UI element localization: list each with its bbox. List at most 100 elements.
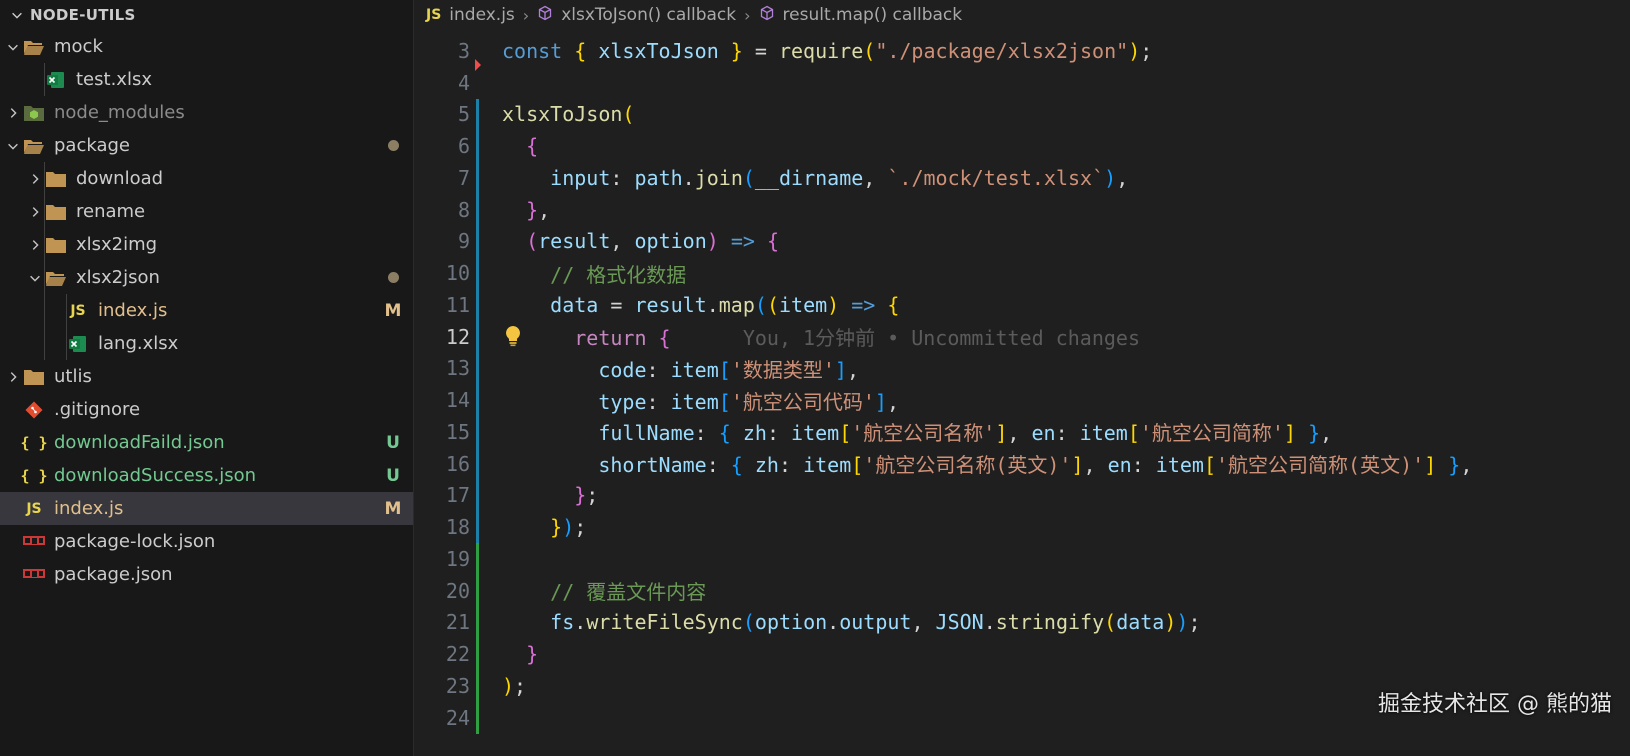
gutter[interactable] (470, 574, 502, 607)
git-modified-marker[interactable] (476, 162, 479, 194)
breadcrumb-file[interactable]: index.js (449, 5, 515, 25)
tree-item[interactable]: node_modules (0, 96, 413, 129)
git-added-marker[interactable] (476, 543, 479, 575)
code-line[interactable]: 17 }; (414, 479, 1630, 512)
git-added-marker[interactable] (476, 638, 479, 670)
gutter[interactable] (470, 384, 502, 416)
chevron-right-icon[interactable] (4, 106, 22, 120)
tree-item[interactable]: lang.xlsx (0, 327, 413, 360)
git-modified-marker[interactable] (476, 289, 479, 321)
gutter[interactable] (470, 225, 502, 258)
git-modified-marker[interactable] (476, 384, 479, 416)
code-line[interactable]: 14 type: item['航空公司代码'], (414, 384, 1630, 416)
code-line[interactable]: 6 { (414, 130, 1630, 162)
git-modified-marker[interactable] (476, 416, 479, 448)
tree-item[interactable]: package (0, 129, 413, 162)
code-line[interactable]: 18 }); (414, 511, 1630, 543)
code-line[interactable]: 22 } (414, 638, 1630, 670)
git-modified-marker[interactable] (476, 447, 479, 480)
code-line[interactable]: 19 (414, 543, 1630, 575)
git-modified-marker[interactable] (476, 130, 479, 162)
gutter[interactable] (470, 67, 502, 99)
gutter[interactable] (470, 320, 502, 353)
git-added-marker[interactable] (476, 574, 479, 607)
tree-item[interactable]: JS index.js M (0, 294, 413, 327)
tree-item[interactable]: { } downloadSuccess.json U (0, 459, 413, 492)
lightbulb-icon[interactable] (504, 325, 522, 352)
tree-item[interactable]: package-lock.json (0, 525, 413, 558)
code-line[interactable]: 11 data = result.map((item) => { (414, 289, 1630, 321)
code-line[interactable]: 20 // 覆盖文件内容 (414, 574, 1630, 607)
git-modified-marker[interactable] (476, 225, 479, 258)
gutter[interactable] (470, 670, 502, 702)
gutter[interactable] (470, 701, 502, 734)
chevron-right-icon[interactable] (4, 370, 22, 384)
tree-item[interactable]: { } downloadFaild.json U (0, 426, 413, 459)
code-line[interactable]: 8 }, (414, 193, 1630, 226)
file-tree: mock test.xlsx node_modules package download… (0, 30, 413, 591)
gutter[interactable] (470, 447, 502, 480)
gutter[interactable] (470, 416, 502, 448)
tree-item[interactable]: rename (0, 195, 413, 228)
git-added-marker[interactable] (476, 701, 479, 734)
code-line[interactable]: 3 const { xlsxToJson } = require("./packa… (414, 35, 1630, 71)
breadcrumb-symbol-1[interactable]: xlsxToJson() callback (561, 5, 736, 25)
tree-item[interactable]: xlsx2json (0, 261, 413, 294)
code-line[interactable]: 10 // 格式化数据 (414, 257, 1630, 289)
tree-item[interactable]: xlsx2img (0, 228, 413, 261)
git-modified-marker[interactable] (476, 511, 479, 543)
code-token: join (694, 165, 743, 190)
tree-item[interactable]: JS index.js M (0, 492, 413, 525)
git-modified-marker[interactable] (476, 193, 479, 226)
gutter[interactable] (470, 479, 502, 512)
code-token: type (598, 389, 647, 414)
tree-item[interactable]: download (0, 162, 413, 195)
chevron-right-icon[interactable] (26, 172, 44, 186)
chevron-right-icon[interactable] (26, 205, 44, 219)
gutter[interactable] (470, 606, 502, 639)
gutter[interactable] (470, 162, 502, 194)
gutter[interactable] (470, 511, 502, 543)
gutter[interactable] (470, 352, 502, 385)
gutter[interactable] (470, 193, 502, 226)
git-modified-marker[interactable] (476, 257, 479, 289)
code-line[interactable]: 5 xlsxToJson( (414, 98, 1630, 131)
git-modified-marker[interactable] (476, 98, 479, 131)
folder-icon (44, 235, 68, 255)
explorer-section-header[interactable]: NODE-UTILS (0, 0, 413, 30)
code-line[interactable]: 12 return { You, 1分钟前 • Uncommitted chan… (414, 320, 1630, 353)
chevron-right-icon[interactable] (26, 238, 44, 252)
code-line[interactable]: 9 (result, option) => { (414, 225, 1630, 258)
gutter[interactable] (470, 257, 502, 289)
code-line[interactable]: 4 (414, 67, 1630, 99)
git-modified-marker[interactable] (476, 320, 479, 353)
tree-item[interactable]: test.xlsx (0, 63, 413, 96)
code-line[interactable]: 21 fs.writeFileSync(option.output, JSON.… (414, 606, 1630, 639)
code-line[interactable]: 15 fullName: { zh: item['航空公司名称'], en: i… (414, 416, 1630, 448)
git-added-marker[interactable] (476, 606, 479, 639)
chevron-down-icon[interactable] (26, 271, 44, 285)
breadcrumb-symbol-2[interactable]: result.map() callback (783, 5, 963, 25)
code-area[interactable]: 3 const { xlsxToJson } = require("./packa… (414, 35, 1630, 734)
git-added-marker[interactable] (476, 670, 479, 702)
tree-item[interactable]: .gitignore (0, 393, 413, 426)
tree-item[interactable]: package.json (0, 558, 413, 591)
gutter[interactable] (470, 543, 502, 575)
code-line[interactable]: 13 code: item['数据类型'], (414, 352, 1630, 385)
gutter[interactable] (470, 35, 502, 71)
chevron-down-icon[interactable] (4, 40, 22, 54)
gutter[interactable] (470, 130, 502, 162)
gutter[interactable] (470, 289, 502, 321)
code-line[interactable]: 7 input: path.join(__dirname, `./mock/te… (414, 162, 1630, 194)
git-modified-marker[interactable] (476, 479, 479, 512)
tree-item[interactable]: mock (0, 30, 413, 63)
gutter[interactable] (470, 98, 502, 131)
code-token: ] (874, 389, 887, 414)
chevron-down-icon[interactable] (4, 139, 22, 153)
code-line[interactable]: 16 shortName: { zh: item['航空公司名称(英文)'], … (414, 447, 1630, 480)
gutter[interactable] (470, 638, 502, 670)
code-token: item (791, 421, 840, 446)
tree-item[interactable]: utlis (0, 360, 413, 393)
git-modified-marker[interactable] (476, 352, 479, 385)
